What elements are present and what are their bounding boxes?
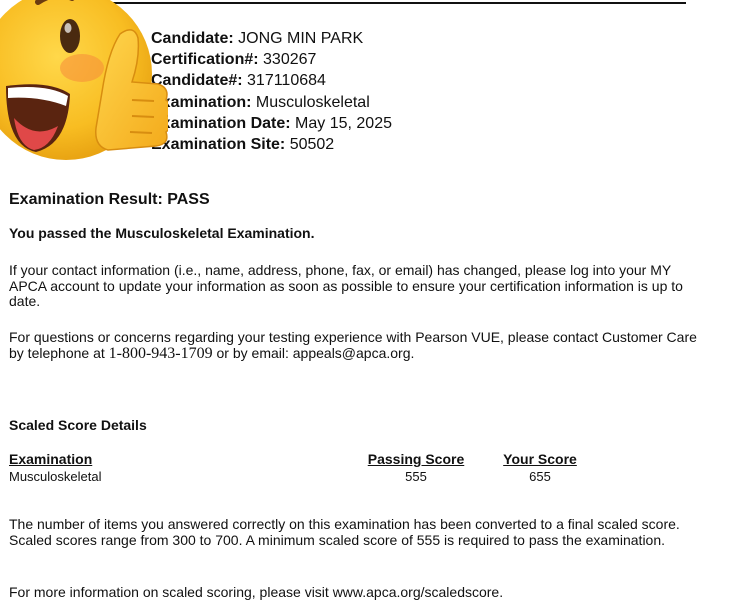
scaled-score-details-heading: Scaled Score Details — [9, 417, 147, 433]
score-row-your-score: 655 — [529, 469, 551, 484]
certification-number-row: Certification#: 330267 — [151, 51, 317, 69]
examination-result-heading: Examination Result: PASS — [9, 191, 210, 208]
scaled-score-explanation: The number of items you answered correct… — [9, 516, 680, 548]
score-row-examination: Musculoskeletal — [9, 469, 102, 484]
more-info-paragraph: For more information on scaled scoring, … — [9, 584, 504, 600]
header-rule — [100, 2, 686, 4]
examination-row: Examination: Musculoskeletal — [151, 93, 370, 111]
column-header-your-score: Your Score — [503, 451, 577, 467]
column-header-examination: Examination — [9, 451, 93, 467]
customer-care-phone: 1-800-943-1709 — [108, 344, 213, 362]
candidate-name-row: Candidate: JONG MIN PARK — [151, 30, 364, 47]
score-row-passing-score: 555 — [405, 469, 427, 484]
questions-email-text: or by email: appeals@apca.org. — [212, 344, 415, 361]
examination-site-row: Examination Site: 50502 — [151, 136, 335, 154]
candidate-info: Candidate: JONG MIN PARK Certification#:… — [151, 28, 392, 155]
candidate-number-row: Candidate#: 317110684 — [151, 72, 326, 90]
passed-statement: You passed the Musculoskeletal Examinati… — [9, 225, 315, 241]
contact-info-paragraph: If your contact information (i.e., name,… — [9, 262, 683, 310]
examination-date-row: Examination Date: May 15, 2025 — [151, 114, 392, 132]
thumbs-up-emoji-icon — [0, 0, 168, 160]
column-header-passing-score: Passing Score — [367, 451, 465, 467]
questions-paragraph: For questions or concerns regarding your… — [9, 329, 699, 362]
